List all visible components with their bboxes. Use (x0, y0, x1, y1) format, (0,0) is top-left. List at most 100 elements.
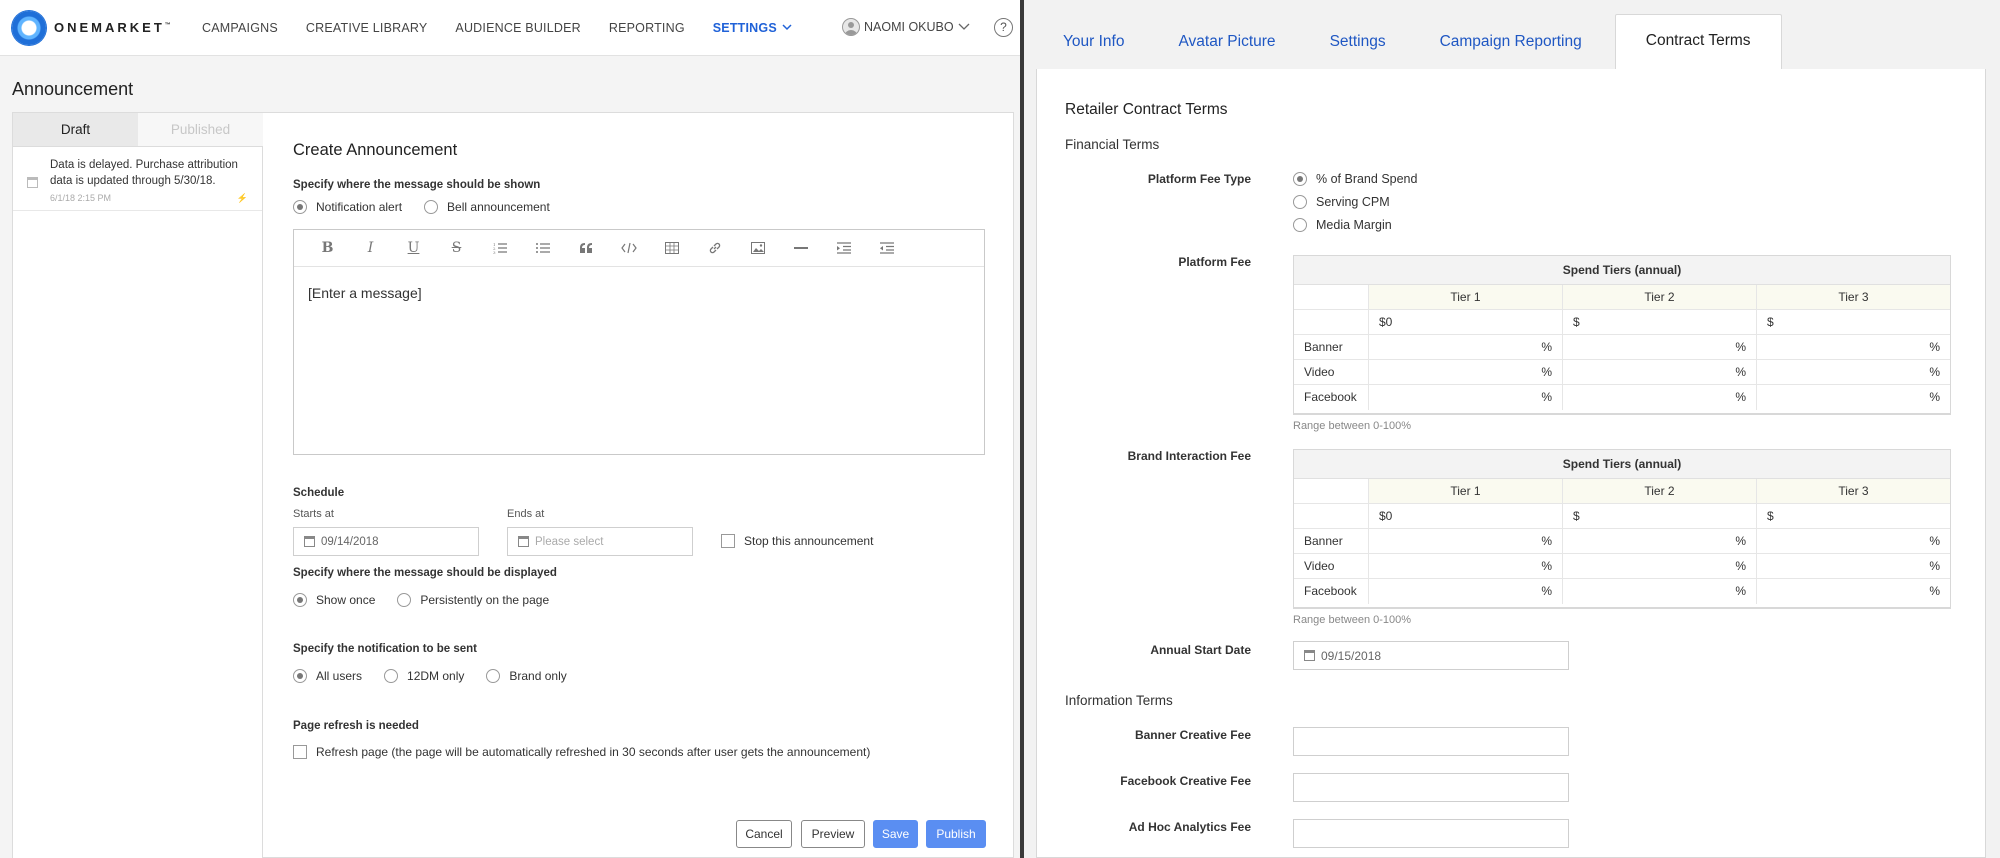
tier-amount-input[interactable]: $ (1563, 504, 1757, 528)
percent-input[interactable]: % (1369, 385, 1563, 410)
indent-icon[interactable] (822, 233, 865, 263)
tab-campaign-reporting[interactable]: Campaign Reporting (1413, 16, 1609, 70)
tab-avatar-picture[interactable]: Avatar Picture (1151, 16, 1302, 70)
stop-announcement-checkbox[interactable] (721, 534, 735, 548)
tier-amount-input[interactable]: $ (1563, 310, 1757, 334)
nav-settings-label: SETTINGS (712, 20, 777, 35)
percent-input[interactable]: % (1563, 335, 1757, 359)
display-label: Specify where the message should be disp… (293, 567, 557, 579)
announcement-pane: ONEMARKET™ CAMPAIGNS CREATIVE LIBRARY AU… (0, 0, 1020, 858)
radio-12dm-only[interactable] (384, 669, 399, 683)
percent-input[interactable]: % (1369, 335, 1563, 359)
quote-icon[interactable] (564, 233, 607, 263)
percent-input[interactable]: % (1757, 529, 1950, 553)
tier-amount-input[interactable]: $ (1757, 504, 1950, 528)
onemarket-logo-icon (12, 10, 46, 45)
spend-tiers-header: Spend Tiers (annual) (1294, 450, 1950, 479)
percent-input[interactable]: % (1757, 335, 1950, 359)
horizontal-rule-icon[interactable] (779, 233, 822, 263)
radio-label: % of Brand Spend (1316, 172, 1418, 186)
ordered-list-icon[interactable]: 123 (478, 233, 521, 263)
publish-button[interactable]: Publish (926, 820, 986, 848)
nav-creative-library[interactable]: CREATIVE LIBRARY (306, 21, 428, 35)
percent-input[interactable]: % (1369, 554, 1563, 578)
range-note: Range between 0-100% (1293, 614, 1412, 626)
ends-at-input[interactable]: Please select (507, 527, 693, 556)
cancel-button[interactable]: Cancel (736, 820, 792, 848)
banner-creative-fee-input[interactable] (1293, 727, 1569, 756)
radio-all-users[interactable] (293, 669, 307, 683)
image-icon[interactable] (736, 233, 779, 263)
radio-serving-cpm[interactable] (1293, 195, 1307, 209)
bold-icon[interactable]: B (306, 233, 349, 263)
nav-reporting[interactable]: REPORTING (609, 21, 685, 35)
refresh-label: Page refresh is needed (293, 720, 419, 732)
percent-input[interactable]: % (1369, 529, 1563, 553)
italic-icon[interactable]: I (349, 233, 392, 263)
radio-show-once[interactable] (293, 593, 307, 607)
brand-interaction-fee-table: Spend Tiers (annual) Tier 1 Tier 2 Tier … (1293, 449, 1951, 609)
annual-start-date-value: 09/15/2018 (1321, 648, 1382, 663)
annual-start-date-input[interactable]: 09/15/2018 (1293, 641, 1569, 670)
radio-brand-spend[interactable] (1293, 172, 1307, 186)
underline-icon[interactable]: U (392, 233, 435, 263)
create-announcement-form: Create Announcement Specify where the me… (293, 113, 999, 858)
ends-at-placeholder: Please select (535, 535, 604, 548)
ad-hoc-analytics-fee-input[interactable] (1293, 819, 1569, 848)
tab-contract-terms[interactable]: Contract Terms (1614, 14, 1782, 70)
range-note: Range between 0-100% (1293, 420, 1412, 432)
refresh-page-checkbox[interactable] (293, 745, 307, 759)
radio-bell-announcement[interactable] (424, 200, 439, 214)
tab-draft[interactable]: Draft (13, 113, 138, 147)
percent-input[interactable]: % (1757, 360, 1950, 384)
starts-at-input[interactable]: 09/14/2018 (293, 527, 479, 556)
avatar-icon (842, 18, 860, 36)
tier-amount-input[interactable]: $0 (1369, 310, 1563, 334)
editor-toolbar: B I U S 123 (294, 230, 984, 267)
user-name: NAOMI OKUBO (864, 20, 954, 34)
facebook-creative-fee-input[interactable] (1293, 773, 1569, 802)
percent-input[interactable]: % (1757, 579, 1950, 604)
radio-brand-only[interactable] (486, 669, 501, 683)
list-item[interactable]: Data is delayed. Purchase attribution da… (13, 147, 262, 211)
radio-label: Bell announcement (447, 200, 550, 214)
strikethrough-icon[interactable]: S (435, 233, 478, 263)
page-title: Announcement (12, 79, 134, 99)
nav-audience-builder[interactable]: AUDIENCE BUILDER (455, 21, 580, 35)
user-menu[interactable]: NAOMI OKUBO (842, 18, 971, 36)
percent-input[interactable]: % (1563, 385, 1757, 410)
nav-campaigns[interactable]: CAMPAIGNS (202, 21, 278, 35)
nav-settings[interactable]: SETTINGS (713, 21, 792, 35)
help-icon[interactable]: ? (994, 18, 1013, 37)
chevron-down-icon (782, 24, 792, 31)
percent-input[interactable]: % (1757, 554, 1950, 578)
radio-persistently[interactable] (397, 593, 412, 607)
bullet-list-icon[interactable] (521, 233, 564, 263)
code-icon[interactable] (607, 233, 650, 263)
radio-media-margin[interactable] (1293, 218, 1307, 232)
tab-published[interactable]: Published (138, 113, 263, 147)
list-item-text: Data is delayed. Purchase attribution da… (50, 159, 238, 187)
percent-input[interactable]: % (1563, 360, 1757, 384)
percent-input[interactable]: % (1563, 579, 1757, 604)
tab-settings[interactable]: Settings (1303, 16, 1413, 70)
tier-amount-input[interactable]: $0 (1369, 504, 1563, 528)
logo[interactable]: ONEMARKET™ (12, 10, 202, 45)
save-button[interactable]: Save (873, 820, 918, 848)
link-icon[interactable] (693, 233, 736, 263)
percent-input[interactable]: % (1369, 579, 1563, 604)
percent-input[interactable]: % (1369, 360, 1563, 384)
tab-your-info[interactable]: Your Info (1036, 16, 1151, 70)
radio-notification-alert[interactable] (293, 200, 307, 214)
facebook-creative-fee-label: Facebook Creative Fee (1120, 774, 1251, 788)
percent-input[interactable]: % (1563, 554, 1757, 578)
table-row: Video % % % (1294, 360, 1950, 385)
tier-amount-input[interactable]: $ (1757, 310, 1950, 334)
percent-input[interactable]: % (1757, 385, 1950, 410)
percent-input[interactable]: % (1563, 529, 1757, 553)
preview-button[interactable]: Preview (801, 820, 865, 848)
table-icon[interactable] (650, 233, 693, 263)
editor-content[interactable]: [Enter a message] (294, 267, 984, 319)
outdent-icon[interactable] (865, 233, 908, 263)
platform-fee-table: Spend Tiers (annual) Tier 1 Tier 2 Tier … (1293, 255, 1951, 415)
